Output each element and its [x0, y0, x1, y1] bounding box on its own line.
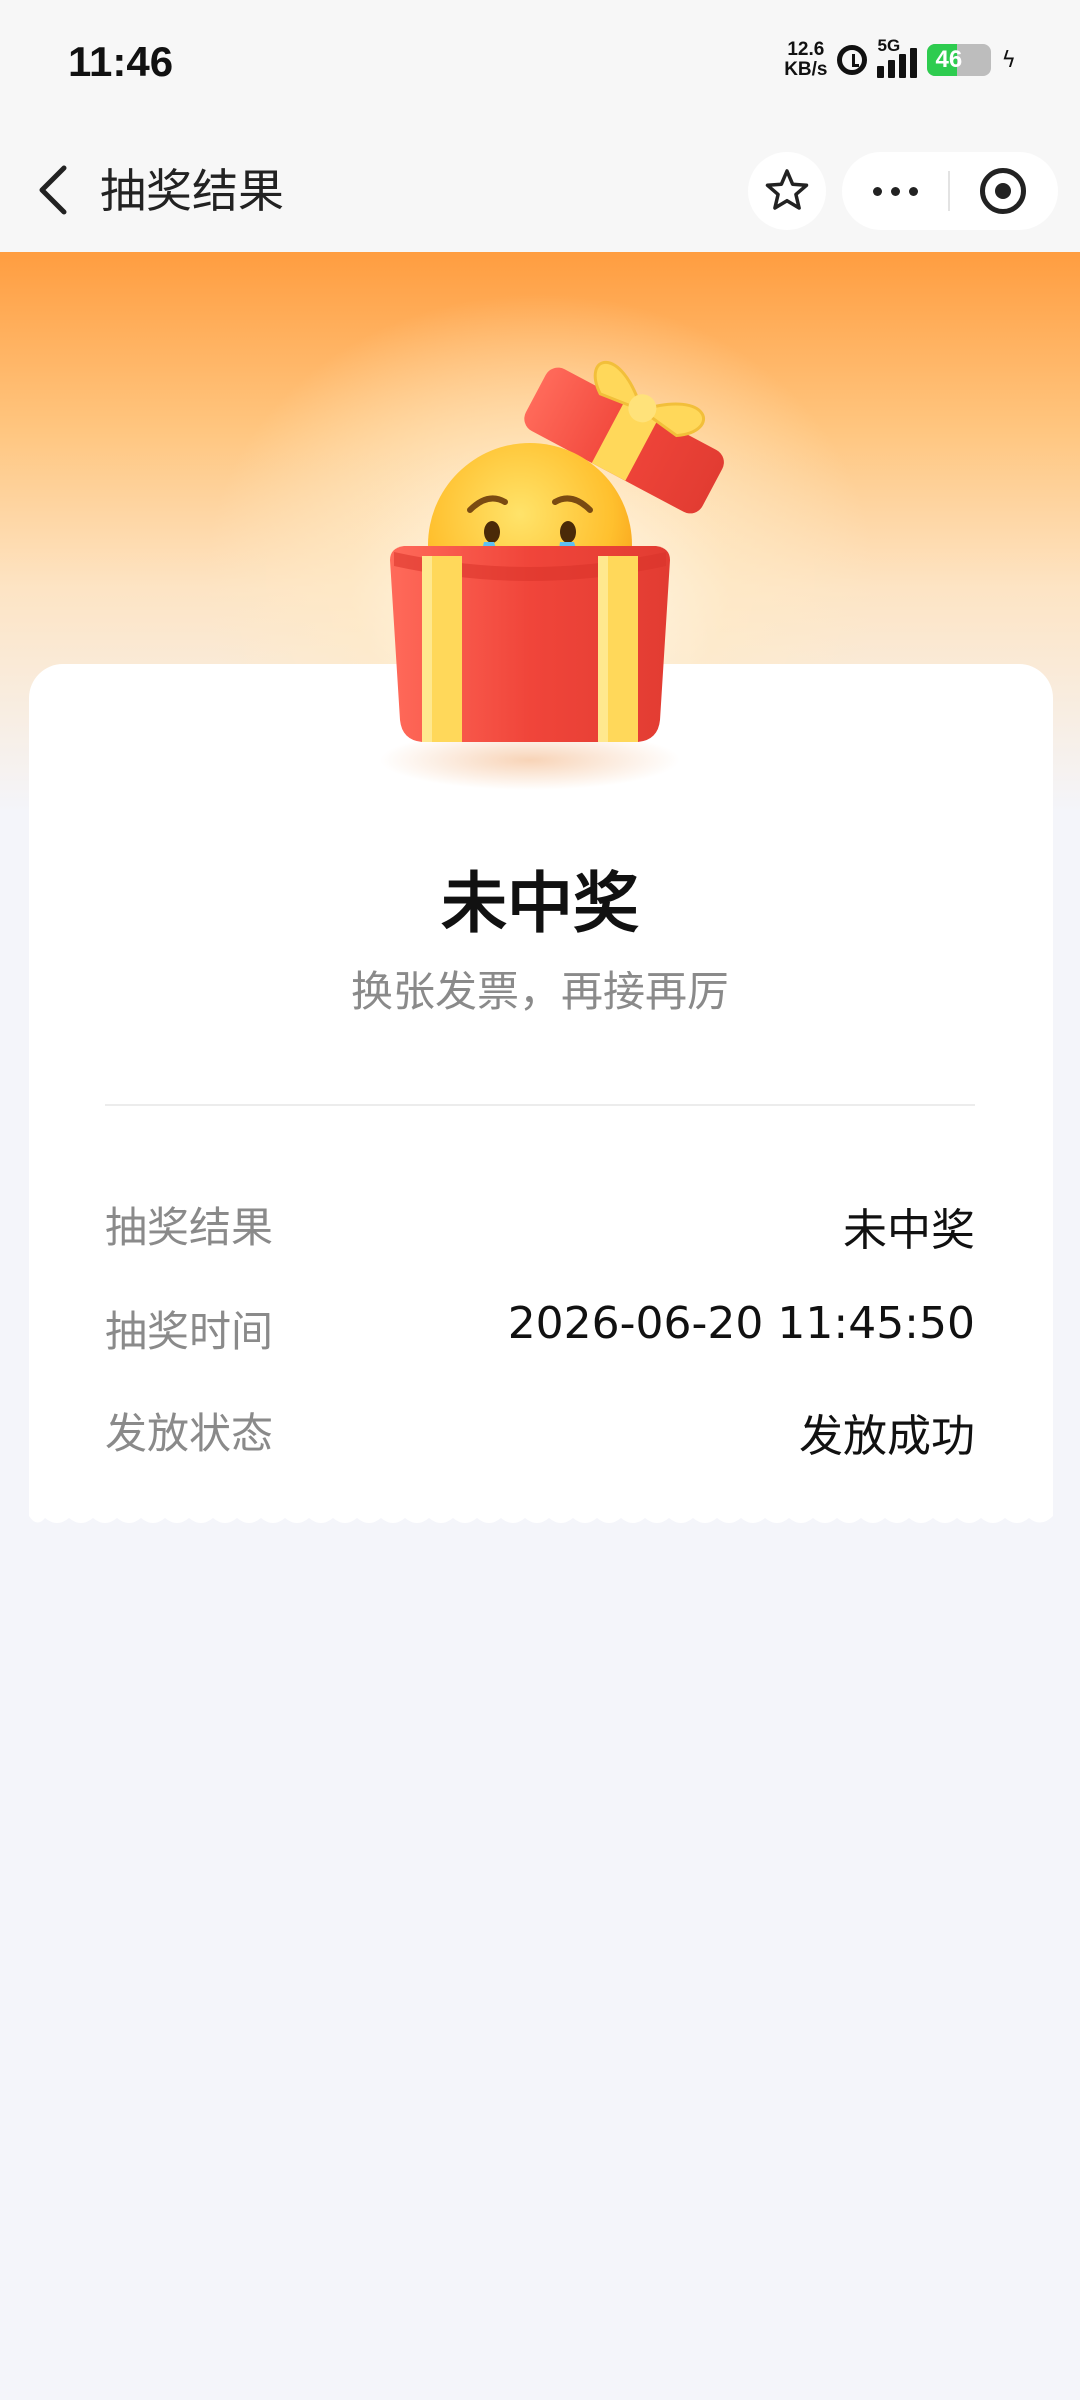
network-speed-unit: KB/s [784, 59, 828, 80]
charging-icon: ϟ [1001, 47, 1016, 73]
sad-gift-illustration [380, 360, 724, 790]
result-subtitle: 换张发票，再接再厉 [350, 967, 729, 1016]
star-icon [765, 169, 809, 210]
card-wavy-edge [29, 1508, 1053, 1523]
chevron-left-icon [39, 165, 67, 215]
detail-row-result: 抽奖结果 未中奖 [105, 1194, 975, 1256]
close-miniapp-button[interactable] [950, 152, 1056, 230]
favorite-button[interactable] [748, 152, 826, 230]
battery-level: 46 [935, 46, 963, 73]
battery-icon: 46 [927, 44, 992, 76]
detail-label: 发放状态 [105, 1409, 274, 1458]
network-speed-value: 12.6 [787, 39, 825, 60]
back-button[interactable] [28, 160, 88, 220]
signal-icon: 5G [877, 36, 918, 78]
detail-value: 发放成功 [799, 1411, 975, 1462]
miniapp-capsule [842, 152, 1058, 230]
lottery-result-page: 11:46 12.6 KB/s 5G 46 ϟ 抽奖结果 未中奖 换张发票，再接… [0, 0, 1080, 2400]
result-title: 未中奖 [441, 865, 639, 942]
page-title: 抽奖结果 [100, 164, 284, 218]
network-type: 5G [877, 36, 901, 55]
status-bar: 11:46 12.6 KB/s 5G 46 ϟ [0, 0, 1080, 130]
network-speed: 12.6 KB/s [784, 40, 827, 80]
more-button[interactable] [842, 152, 948, 230]
more-dots-icon [872, 186, 882, 196]
detail-value: 未中奖 [843, 1205, 975, 1256]
target-icon [980, 168, 1026, 214]
detail-label: 抽奖时间 [105, 1307, 274, 1356]
detail-row-time: 抽奖时间 2026-06-20 11:45:50 [105, 1298, 975, 1358]
detail-value: 2026-06-20 11:45:50 [507, 1298, 975, 1349]
status-icons: 12.6 KB/s 5G 46 ϟ [784, 36, 1016, 80]
navigation-bar: 抽奖结果 [0, 130, 1080, 252]
alarm-icon [837, 45, 868, 75]
result-card [29, 664, 1053, 1508]
status-time: 11:46 [68, 38, 174, 85]
section-divider [105, 1104, 975, 1106]
detail-label: 抽奖结果 [105, 1203, 274, 1252]
detail-row-status: 发放状态 发放成功 [105, 1400, 975, 1462]
